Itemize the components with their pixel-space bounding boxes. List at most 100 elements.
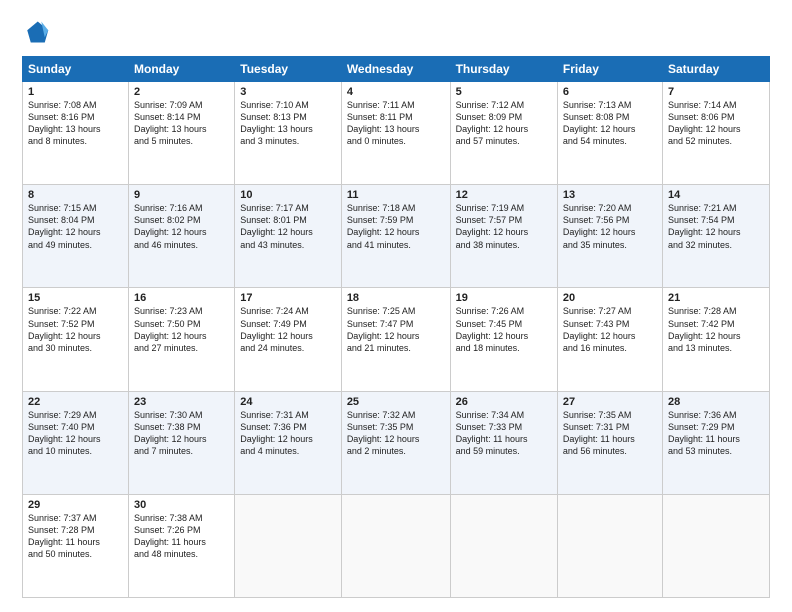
- day-number: 1: [28, 86, 123, 98]
- day-number: 21: [668, 292, 764, 304]
- day-number: 3: [240, 86, 336, 98]
- day-number: 29: [28, 499, 123, 511]
- week-row-3: 15Sunrise: 7:22 AM Sunset: 7:52 PM Dayli…: [23, 288, 770, 391]
- calendar-cell: 16Sunrise: 7:23 AM Sunset: 7:50 PM Dayli…: [129, 288, 235, 391]
- day-info: Sunrise: 7:38 AM Sunset: 7:26 PM Dayligh…: [134, 512, 229, 561]
- day-number: 19: [456, 292, 552, 304]
- day-info: Sunrise: 7:34 AM Sunset: 7:33 PM Dayligh…: [456, 409, 552, 458]
- calendar-cell: 30Sunrise: 7:38 AM Sunset: 7:26 PM Dayli…: [129, 494, 235, 597]
- day-info: Sunrise: 7:36 AM Sunset: 7:29 PM Dayligh…: [668, 409, 764, 458]
- header-row: SundayMondayTuesdayWednesdayThursdayFrid…: [23, 57, 770, 82]
- day-number: 23: [134, 396, 229, 408]
- day-info: Sunrise: 7:18 AM Sunset: 7:59 PM Dayligh…: [347, 202, 445, 251]
- calendar-cell: 18Sunrise: 7:25 AM Sunset: 7:47 PM Dayli…: [341, 288, 450, 391]
- week-row-5: 29Sunrise: 7:37 AM Sunset: 7:28 PM Dayli…: [23, 494, 770, 597]
- day-number: 11: [347, 189, 445, 201]
- calendar-cell: 9Sunrise: 7:16 AM Sunset: 8:02 PM Daylig…: [129, 185, 235, 288]
- day-info: Sunrise: 7:24 AM Sunset: 7:49 PM Dayligh…: [240, 305, 336, 354]
- day-info: Sunrise: 7:23 AM Sunset: 7:50 PM Dayligh…: [134, 305, 229, 354]
- day-number: 18: [347, 292, 445, 304]
- day-info: Sunrise: 7:27 AM Sunset: 7:43 PM Dayligh…: [563, 305, 657, 354]
- calendar-cell: [663, 494, 770, 597]
- header-day-sunday: Sunday: [23, 57, 129, 82]
- week-row-1: 1Sunrise: 7:08 AM Sunset: 8:16 PM Daylig…: [23, 82, 770, 185]
- day-info: Sunrise: 7:32 AM Sunset: 7:35 PM Dayligh…: [347, 409, 445, 458]
- header-day-tuesday: Tuesday: [235, 57, 342, 82]
- calendar-cell: 1Sunrise: 7:08 AM Sunset: 8:16 PM Daylig…: [23, 82, 129, 185]
- day-number: 4: [347, 86, 445, 98]
- week-row-4: 22Sunrise: 7:29 AM Sunset: 7:40 PM Dayli…: [23, 391, 770, 494]
- logo-icon: [22, 18, 50, 46]
- page: SundayMondayTuesdayWednesdayThursdayFrid…: [0, 0, 792, 612]
- day-info: Sunrise: 7:35 AM Sunset: 7:31 PM Dayligh…: [563, 409, 657, 458]
- day-number: 14: [668, 189, 764, 201]
- day-info: Sunrise: 7:37 AM Sunset: 7:28 PM Dayligh…: [28, 512, 123, 561]
- day-info: Sunrise: 7:31 AM Sunset: 7:36 PM Dayligh…: [240, 409, 336, 458]
- day-number: 30: [134, 499, 229, 511]
- calendar-cell: 20Sunrise: 7:27 AM Sunset: 7:43 PM Dayli…: [557, 288, 662, 391]
- day-number: 17: [240, 292, 336, 304]
- day-number: 2: [134, 86, 229, 98]
- calendar-cell: 14Sunrise: 7:21 AM Sunset: 7:54 PM Dayli…: [663, 185, 770, 288]
- calendar-cell: 27Sunrise: 7:35 AM Sunset: 7:31 PM Dayli…: [557, 391, 662, 494]
- calendar-cell: [235, 494, 342, 597]
- day-info: Sunrise: 7:28 AM Sunset: 7:42 PM Dayligh…: [668, 305, 764, 354]
- day-info: Sunrise: 7:30 AM Sunset: 7:38 PM Dayligh…: [134, 409, 229, 458]
- calendar-cell: 29Sunrise: 7:37 AM Sunset: 7:28 PM Dayli…: [23, 494, 129, 597]
- week-row-2: 8Sunrise: 7:15 AM Sunset: 8:04 PM Daylig…: [23, 185, 770, 288]
- day-number: 5: [456, 86, 552, 98]
- header-day-saturday: Saturday: [663, 57, 770, 82]
- calendar-cell: [557, 494, 662, 597]
- header-day-monday: Monday: [129, 57, 235, 82]
- calendar-cell: 3Sunrise: 7:10 AM Sunset: 8:13 PM Daylig…: [235, 82, 342, 185]
- day-info: Sunrise: 7:20 AM Sunset: 7:56 PM Dayligh…: [563, 202, 657, 251]
- day-number: 9: [134, 189, 229, 201]
- day-info: Sunrise: 7:21 AM Sunset: 7:54 PM Dayligh…: [668, 202, 764, 251]
- calendar-cell: 8Sunrise: 7:15 AM Sunset: 8:04 PM Daylig…: [23, 185, 129, 288]
- calendar-cell: 10Sunrise: 7:17 AM Sunset: 8:01 PM Dayli…: [235, 185, 342, 288]
- day-number: 28: [668, 396, 764, 408]
- day-number: 15: [28, 292, 123, 304]
- day-info: Sunrise: 7:26 AM Sunset: 7:45 PM Dayligh…: [456, 305, 552, 354]
- calendar-cell: 22Sunrise: 7:29 AM Sunset: 7:40 PM Dayli…: [23, 391, 129, 494]
- day-number: 20: [563, 292, 657, 304]
- calendar-cell: 5Sunrise: 7:12 AM Sunset: 8:09 PM Daylig…: [450, 82, 557, 185]
- day-info: Sunrise: 7:09 AM Sunset: 8:14 PM Dayligh…: [134, 99, 229, 148]
- day-number: 24: [240, 396, 336, 408]
- calendar-cell: 7Sunrise: 7:14 AM Sunset: 8:06 PM Daylig…: [663, 82, 770, 185]
- calendar-cell: 17Sunrise: 7:24 AM Sunset: 7:49 PM Dayli…: [235, 288, 342, 391]
- day-info: Sunrise: 7:13 AM Sunset: 8:08 PM Dayligh…: [563, 99, 657, 148]
- calendar-cell: 24Sunrise: 7:31 AM Sunset: 7:36 PM Dayli…: [235, 391, 342, 494]
- calendar-cell: 26Sunrise: 7:34 AM Sunset: 7:33 PM Dayli…: [450, 391, 557, 494]
- day-info: Sunrise: 7:25 AM Sunset: 7:47 PM Dayligh…: [347, 305, 445, 354]
- calendar-cell: 6Sunrise: 7:13 AM Sunset: 8:08 PM Daylig…: [557, 82, 662, 185]
- day-number: 10: [240, 189, 336, 201]
- day-info: Sunrise: 7:14 AM Sunset: 8:06 PM Dayligh…: [668, 99, 764, 148]
- calendar-cell: 11Sunrise: 7:18 AM Sunset: 7:59 PM Dayli…: [341, 185, 450, 288]
- header-day-friday: Friday: [557, 57, 662, 82]
- calendar-cell: 28Sunrise: 7:36 AM Sunset: 7:29 PM Dayli…: [663, 391, 770, 494]
- day-info: Sunrise: 7:10 AM Sunset: 8:13 PM Dayligh…: [240, 99, 336, 148]
- day-number: 7: [668, 86, 764, 98]
- day-number: 26: [456, 396, 552, 408]
- calendar-table: SundayMondayTuesdayWednesdayThursdayFrid…: [22, 56, 770, 598]
- calendar-cell: [341, 494, 450, 597]
- day-info: Sunrise: 7:11 AM Sunset: 8:11 PM Dayligh…: [347, 99, 445, 148]
- day-info: Sunrise: 7:08 AM Sunset: 8:16 PM Dayligh…: [28, 99, 123, 148]
- day-number: 13: [563, 189, 657, 201]
- header-day-thursday: Thursday: [450, 57, 557, 82]
- day-number: 25: [347, 396, 445, 408]
- calendar-cell: 4Sunrise: 7:11 AM Sunset: 8:11 PM Daylig…: [341, 82, 450, 185]
- day-number: 16: [134, 292, 229, 304]
- calendar-cell: 2Sunrise: 7:09 AM Sunset: 8:14 PM Daylig…: [129, 82, 235, 185]
- day-info: Sunrise: 7:22 AM Sunset: 7:52 PM Dayligh…: [28, 305, 123, 354]
- day-number: 22: [28, 396, 123, 408]
- calendar-cell: 21Sunrise: 7:28 AM Sunset: 7:42 PM Dayli…: [663, 288, 770, 391]
- day-info: Sunrise: 7:17 AM Sunset: 8:01 PM Dayligh…: [240, 202, 336, 251]
- header-area: [22, 18, 770, 46]
- calendar-cell: 12Sunrise: 7:19 AM Sunset: 7:57 PM Dayli…: [450, 185, 557, 288]
- calendar-cell: 15Sunrise: 7:22 AM Sunset: 7:52 PM Dayli…: [23, 288, 129, 391]
- calendar-cell: [450, 494, 557, 597]
- calendar-cell: 13Sunrise: 7:20 AM Sunset: 7:56 PM Dayli…: [557, 185, 662, 288]
- logo: [22, 18, 54, 46]
